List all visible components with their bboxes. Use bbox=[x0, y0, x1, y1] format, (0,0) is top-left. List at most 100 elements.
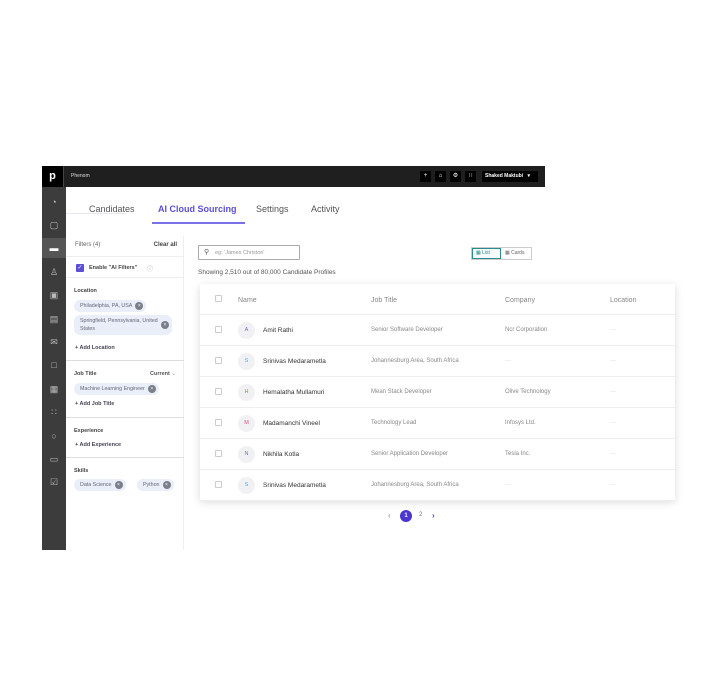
row-checkbox[interactable] bbox=[215, 326, 222, 333]
tab-ai-cloud-sourcing[interactable]: AI Cloud Sourcing bbox=[158, 204, 237, 214]
row-checkbox[interactable] bbox=[215, 481, 222, 488]
id-badge-icon[interactable]: ▣ bbox=[42, 285, 66, 305]
row-checkbox[interactable] bbox=[215, 419, 222, 426]
tab-activity[interactable]: Activity bbox=[311, 204, 340, 214]
active-tab-indicator bbox=[152, 222, 245, 224]
row-checkbox[interactable] bbox=[215, 388, 222, 395]
candidate-name[interactable]: Srinivas Medarametla bbox=[263, 358, 326, 365]
job-title-cell: Johannesburg Area, South Africa bbox=[371, 358, 459, 364]
table-header: Name Job Title Company Location bbox=[200, 284, 675, 315]
bell-icon[interactable]: ⌂ bbox=[435, 171, 446, 182]
column-header-company[interactable]: Company bbox=[505, 297, 535, 304]
location-cell: — bbox=[610, 420, 616, 426]
candidate-name[interactable]: Amit Rathi bbox=[263, 327, 293, 334]
row-checkbox[interactable] bbox=[215, 450, 222, 457]
folder-icon[interactable]: ▭ bbox=[42, 449, 66, 469]
monitor-icon[interactable]: ▬ bbox=[42, 238, 66, 258]
search-input[interactable]: ⚲ eg: 'James Christon' bbox=[198, 245, 300, 260]
cards-label: Cards bbox=[511, 250, 525, 256]
candidate-name[interactable]: Srinivas Medarametla bbox=[263, 482, 326, 489]
person-icon[interactable]: ♙ bbox=[42, 262, 66, 282]
shield-icon[interactable]: ○ bbox=[42, 426, 66, 446]
list-view-button[interactable]: ▦ List bbox=[472, 248, 501, 259]
location-cell: — bbox=[610, 389, 616, 395]
company-cell: — bbox=[505, 358, 511, 364]
table-row[interactable]: S Srinivas Medarametla Johannesburg Area, … bbox=[200, 470, 675, 501]
top-bar: p Phenom + ⌂ ⚙ ∷ Shaked Maktubi ▾ bbox=[42, 166, 545, 187]
page-1-button[interactable]: 1 bbox=[400, 510, 412, 522]
previous-page-icon[interactable]: ‹ bbox=[388, 511, 391, 520]
ai-filters-checkbox[interactable]: ✓ bbox=[76, 264, 84, 272]
cards-view-button[interactable]: ▦ Cards bbox=[502, 248, 532, 259]
ai-filters-row: ✓ Enable "AI Filters" ⓘ bbox=[66, 256, 184, 278]
avatar: M bbox=[238, 415, 255, 432]
chat-icon[interactable]: □ bbox=[42, 355, 66, 375]
avatar: A bbox=[238, 322, 255, 339]
next-page-icon[interactable]: › bbox=[432, 511, 435, 520]
tab-bar: Candidates AI Cloud Sourcing Settings Ac… bbox=[66, 187, 545, 227]
company-cell: Infosys Ltd. bbox=[505, 420, 536, 426]
add-experience-label: Add Experience bbox=[79, 442, 122, 448]
tab-settings[interactable]: Settings bbox=[256, 204, 289, 214]
job-title-scope-dropdown[interactable]: Current ⌄ bbox=[150, 371, 176, 377]
remove-chip-icon[interactable]: × bbox=[135, 302, 144, 310]
location-chip: Springfield, Pennsylvania, United States… bbox=[74, 315, 172, 335]
dashboard-icon[interactable]: ◔ bbox=[42, 192, 66, 212]
job-title-section: Job Title Current ⌄ Machine Learning Eng… bbox=[66, 361, 184, 418]
table-row[interactable]: M Madamanchi Vineel Technology Lead Infosys… bbox=[200, 408, 675, 439]
megaphone-icon[interactable]: ✉ bbox=[42, 332, 66, 352]
chip-label: Machine Learning Engineer bbox=[80, 386, 145, 392]
results-count: Showing 2,510 out of 80,000 Candidate Pr… bbox=[198, 269, 336, 276]
column-header-name[interactable]: Name bbox=[238, 297, 257, 304]
remove-chip-icon[interactable]: × bbox=[114, 481, 123, 489]
table-row[interactable]: A Amit Rathi Senior Software Developer Ncr … bbox=[200, 315, 675, 346]
add-experience-button[interactable]: + Add Experience bbox=[75, 442, 121, 448]
add-location-button[interactable]: + Add Location bbox=[75, 345, 115, 351]
clear-all-button[interactable]: Clear all bbox=[154, 242, 177, 248]
remove-chip-icon[interactable]: × bbox=[161, 321, 169, 329]
chip-label: Springfield, Pennsylvania, United States bbox=[80, 318, 158, 332]
company-cell: — bbox=[505, 482, 511, 488]
avatar: S bbox=[238, 477, 255, 494]
column-header-location[interactable]: Location bbox=[610, 297, 636, 304]
calendar-icon[interactable]: ▦ bbox=[42, 379, 66, 399]
team-icon[interactable]: ∷ bbox=[42, 402, 66, 422]
gear-icon[interactable]: ⚙ bbox=[450, 171, 461, 182]
phenom-logo[interactable]: p bbox=[42, 166, 64, 187]
job-title-cell: Johannesburg Area, South Africa bbox=[371, 482, 459, 488]
experience-section: Experience + Add Experience bbox=[66, 418, 184, 458]
select-all-checkbox[interactable] bbox=[215, 295, 222, 302]
job-title-chip: Machine Learning Engineer × bbox=[74, 383, 159, 395]
app-name: Phenom bbox=[71, 173, 90, 179]
location-cell: — bbox=[610, 358, 616, 364]
pagination: ‹ 1 2 › bbox=[388, 509, 448, 523]
list-icon[interactable]: ▤ bbox=[42, 309, 66, 329]
candidate-name[interactable]: Nikhila Kotla bbox=[263, 451, 299, 458]
list-label: List bbox=[482, 250, 490, 256]
company-cell: Olive Technology bbox=[505, 389, 551, 395]
chevron-down-icon: ▾ bbox=[527, 173, 530, 179]
user-menu-button[interactable]: Shaked Maktubi ▾ bbox=[482, 171, 538, 182]
table-row[interactable]: S Srinivas Medarametla Johannesburg Area, … bbox=[200, 346, 675, 377]
add-job-title-label: Add Job Title bbox=[79, 401, 115, 407]
briefcase-icon[interactable]: ▢ bbox=[42, 215, 66, 235]
scope-label: Current bbox=[149, 371, 170, 377]
table-row[interactable]: H Hemalatha Mullamuri Mean Stack Developer… bbox=[200, 377, 675, 408]
location-cell: — bbox=[610, 451, 616, 457]
skills-title: Skills bbox=[74, 468, 89, 474]
page-2-button[interactable]: 2 bbox=[419, 512, 422, 518]
remove-chip-icon[interactable]: × bbox=[162, 481, 171, 489]
add-job-title-button[interactable]: + Add Job Title bbox=[75, 401, 114, 407]
column-header-job-title[interactable]: Job Title bbox=[371, 297, 397, 304]
table-row[interactable]: N Nikhila Kotla Senior Application Develop… bbox=[200, 439, 675, 470]
chevron-down-icon: ⌄ bbox=[171, 371, 176, 377]
apps-grid-icon[interactable]: ∷ bbox=[465, 171, 476, 182]
row-checkbox[interactable] bbox=[215, 357, 222, 364]
remove-chip-icon[interactable]: × bbox=[147, 385, 156, 393]
clipboard-check-icon[interactable]: ☑ bbox=[42, 472, 66, 492]
plus-icon[interactable]: + bbox=[420, 171, 431, 182]
info-icon[interactable]: ⓘ bbox=[147, 264, 153, 273]
location-cell: — bbox=[610, 327, 616, 333]
candidate-name[interactable]: Madamanchi Vineel bbox=[263, 420, 320, 427]
candidate-name[interactable]: Hemalatha Mullamuri bbox=[263, 389, 324, 396]
